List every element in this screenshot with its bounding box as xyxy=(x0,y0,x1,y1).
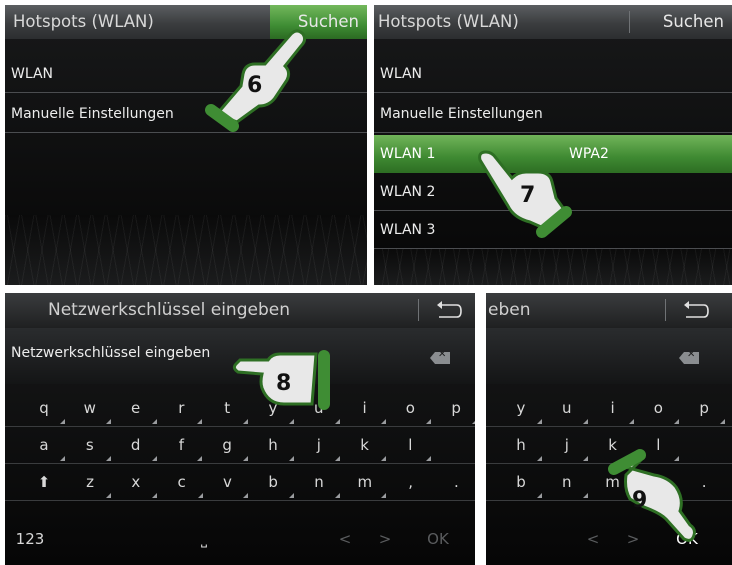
keyboard-key[interactable]: s xyxy=(67,427,113,463)
keyboard-key[interactable]: z xyxy=(67,464,113,500)
keyboard-key[interactable]: w xyxy=(67,390,113,426)
keyboard-key[interactable]: x xyxy=(113,464,159,500)
keyboard-key[interactable]: i xyxy=(590,390,636,426)
keyboard-key[interactable]: u xyxy=(544,390,590,426)
header: Hotspots (WLAN) Suchen xyxy=(374,5,732,39)
page-title: Netzwerkschlüssel eingeben xyxy=(48,300,290,320)
back-icon[interactable] xyxy=(435,301,463,321)
keyboard-key[interactable]: j xyxy=(296,427,342,463)
keyboard-key[interactable]: o xyxy=(387,390,433,426)
tap-hand-icon: 6 xyxy=(205,29,307,132)
keyboard-key[interactable]: n xyxy=(296,464,342,500)
keyboard-key[interactable]: a xyxy=(21,427,67,463)
search-button[interactable]: Suchen xyxy=(630,5,732,39)
keyboard-key[interactable]: c xyxy=(159,464,205,500)
backspace-icon[interactable] xyxy=(430,352,450,364)
shift-key[interactable]: ⬆ xyxy=(21,464,67,500)
backspace-icon[interactable] xyxy=(679,352,699,364)
numbers-key[interactable]: 123 xyxy=(7,521,53,557)
back-icon[interactable] xyxy=(682,301,710,321)
keyboard-key[interactable]: b xyxy=(250,464,296,500)
keyboard-key[interactable]: b xyxy=(498,464,544,500)
step-number: 8 xyxy=(276,371,291,396)
divider xyxy=(5,500,475,501)
network-name: WLAN 1 xyxy=(380,146,436,162)
page-title: eben xyxy=(488,300,531,320)
keyboard-key[interactable]: f xyxy=(158,427,204,463)
keyboard-key[interactable]: l xyxy=(387,427,433,463)
keyboard-key[interactable]: o xyxy=(635,390,681,426)
keyboard-key[interactable]: q xyxy=(21,390,67,426)
tap-hand-icon: 7 xyxy=(478,150,572,238)
keyboard-key[interactable]: m xyxy=(342,464,388,500)
header: eben xyxy=(486,293,732,328)
tap-hand-icon: 8 xyxy=(232,350,330,410)
keyboard-key[interactable]: d xyxy=(113,427,159,463)
keyboard-key[interactable]: j xyxy=(544,427,590,463)
list-item[interactable]: WLAN xyxy=(374,55,732,93)
keyboard-key[interactable]: i xyxy=(342,390,388,426)
step-number: 7 xyxy=(520,183,535,208)
keyboard-key[interactable]: , xyxy=(388,464,434,500)
space-key[interactable]: ⎵ xyxy=(181,521,227,557)
keyboard-key[interactable]: r xyxy=(158,390,204,426)
step-number: 9 xyxy=(632,488,647,513)
panel-keyboard: Netzwerkschlüssel eingeben Netzwerkschlü… xyxy=(5,293,475,565)
keyboard-key[interactable]: . xyxy=(433,464,475,500)
header: Netzwerkschlüssel eingeben xyxy=(5,293,475,328)
keyboard-key[interactable]: p xyxy=(433,390,475,426)
keyboard-key[interactable]: n xyxy=(544,464,590,500)
cursor-right-key[interactable]: > xyxy=(362,521,408,557)
keyboard-key[interactable]: e xyxy=(113,390,159,426)
keyboard-key[interactable]: p xyxy=(681,390,727,426)
keyboard-key[interactable]: g xyxy=(204,427,250,463)
separator xyxy=(418,299,419,321)
keyboard-key[interactable]: v xyxy=(204,464,250,500)
floor-decoration xyxy=(5,215,367,285)
keyboard-key[interactable]: k xyxy=(342,427,388,463)
step-number: 6 xyxy=(247,73,262,98)
page-title: Hotspots (WLAN) xyxy=(13,12,154,31)
floor-decoration xyxy=(374,249,732,285)
separator xyxy=(665,299,666,321)
key-input-field[interactable] xyxy=(486,328,732,384)
ok-key[interactable]: OK xyxy=(415,521,461,557)
page-title: Hotspots (WLAN) xyxy=(378,12,519,31)
tap-hand-icon: 9 xyxy=(608,449,696,542)
list-item[interactable]: Manuelle Einstellungen xyxy=(374,95,732,133)
keyboard-key[interactable]: y xyxy=(498,390,544,426)
input-text: Netzwerkschlüssel eingeben xyxy=(11,345,211,361)
keyboard-key[interactable]: h xyxy=(498,427,544,463)
keyboard-key[interactable]: h xyxy=(250,427,296,463)
